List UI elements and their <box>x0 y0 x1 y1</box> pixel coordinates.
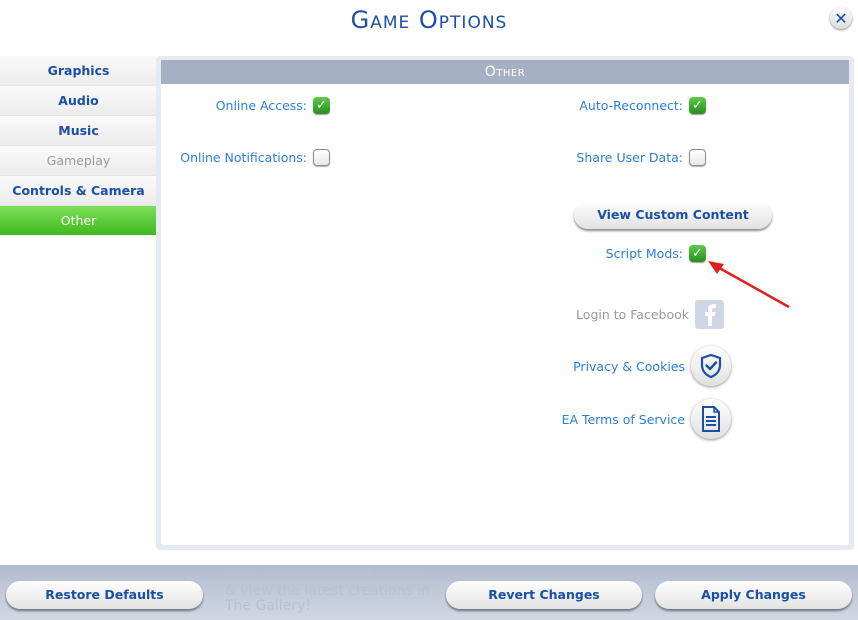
privacy-cookies-link[interactable]: Privacy & Cookies <box>480 346 731 386</box>
script-mods-label: Script Mods: <box>605 246 683 261</box>
online-notifications-label: Online Notifications: <box>180 150 307 165</box>
view-custom-content-button[interactable]: View Custom Content <box>574 201 772 229</box>
online-notifications-checkbox[interactable] <box>313 149 330 166</box>
online-notifications-option: Online Notifications: <box>170 149 330 166</box>
gallery-hint-text: Click here to connect online & view the … <box>225 569 430 614</box>
page-title: Game Options <box>350 6 508 34</box>
online-access-checkbox[interactable]: ✓ <box>313 97 330 114</box>
online-access-option: Online Access: ✓ <box>170 97 330 114</box>
sidebar-item-other[interactable]: Other <box>0 206 157 235</box>
ea-terms-label: EA Terms of Service <box>561 411 685 427</box>
share-user-data-checkbox[interactable] <box>689 149 706 166</box>
privacy-cookies-label: Privacy & Cookies <box>573 358 685 374</box>
auto-reconnect-checkbox[interactable]: ✓ <box>689 97 706 114</box>
shield-check-icon[interactable] <box>691 346 731 386</box>
ea-terms-link[interactable]: EA Terms of Service <box>480 399 731 439</box>
facebook-icon[interactable] <box>695 300 724 329</box>
document-icon[interactable] <box>691 399 731 439</box>
panel-title: Other <box>161 60 849 84</box>
restore-defaults-button[interactable]: Restore Defaults <box>6 581 203 609</box>
auto-reconnect-label: Auto-Reconnect: <box>579 98 683 113</box>
share-user-data-label: Share User Data: <box>576 150 683 165</box>
sidebar-item-gameplay[interactable]: Gameplay <box>0 146 157 176</box>
apply-changes-button[interactable]: Apply Changes <box>655 581 852 609</box>
sidebar-item-music[interactable]: Music <box>0 116 157 146</box>
auto-reconnect-option: Auto-Reconnect: ✓ <box>500 97 706 114</box>
share-user-data-option: Share User Data: <box>500 149 706 166</box>
online-access-label: Online Access: <box>215 98 307 113</box>
sidebar: Graphics Audio Music Gameplay Controls &… <box>0 56 157 235</box>
sidebar-item-controls-camera[interactable]: Controls & Camera <box>0 176 157 206</box>
revert-changes-button[interactable]: Revert Changes <box>446 581 642 609</box>
close-button[interactable]: ✕ <box>830 7 852 29</box>
login-facebook-link[interactable]: Login to Facebook <box>480 300 724 329</box>
close-icon: ✕ <box>834 8 848 28</box>
script-mods-option: Script Mods: ✓ <box>500 245 706 262</box>
sidebar-item-graphics[interactable]: Graphics <box>0 56 157 86</box>
sidebar-item-audio[interactable]: Audio <box>0 86 157 116</box>
login-facebook-label: Login to Facebook <box>576 307 689 322</box>
